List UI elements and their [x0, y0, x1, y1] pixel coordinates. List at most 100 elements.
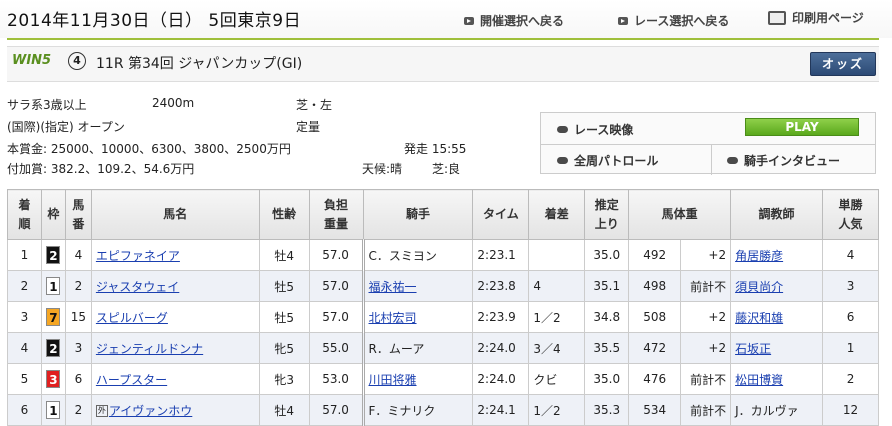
margin-value: クビ [533, 372, 558, 387]
finish-value: 1 [20, 248, 29, 262]
odds-button[interactable]: オッズ [810, 52, 876, 76]
margin-value: 3／4 [533, 341, 561, 356]
cell-margin: クビ [528, 363, 586, 395]
cell-last3f: 35.0 [584, 239, 630, 271]
cell-jockey: F．ミナリク [361, 394, 474, 426]
col-weight-carried: 負担 重量 [308, 189, 364, 240]
trainer-name[interactable]: 松田博資 [735, 373, 783, 387]
body-weight-value: 498 [643, 279, 667, 293]
trainer-name[interactable]: 石坂正 [735, 342, 771, 356]
trainer-name[interactable]: 須貝尚介 [735, 280, 783, 294]
win5-logo: WIN5 [12, 53, 51, 68]
back-to-kaisai-label: 開催選択へ戻る [480, 14, 565, 28]
print-page-link[interactable]: 印刷用ページ [768, 9, 864, 26]
jockey-name[interactable]: 川田将雅 [369, 373, 417, 387]
margin-value: 1／2 [533, 310, 561, 325]
media-panel: レース映像 PLAY 全周パトロール 騎手インタビュー [540, 112, 876, 175]
last3f-value: 35.3 [593, 403, 621, 417]
cell-time: 2:24.0 [472, 363, 530, 395]
finish-value: 5 [20, 372, 29, 386]
trainer-name[interactable]: 藤沢和雄 [735, 311, 783, 325]
jockey-name: C．スミヨン [368, 248, 437, 263]
cell-weight-carried: 57.0 [308, 394, 364, 426]
body-weight-value: 508 [643, 310, 667, 324]
cell-time: 2:23.8 [472, 270, 530, 302]
col-sex-age: 性齢 [258, 189, 310, 240]
cell-jockey: 川田将雅 [361, 363, 474, 395]
cell-trainer: 須貝尚介 [730, 270, 824, 302]
cell-jockey: 北村宏司 [361, 301, 474, 333]
race-video-link[interactable]: レース映像 [557, 121, 633, 138]
cell-margin: 1／2 [528, 301, 586, 333]
cell-horse-number: 15 [64, 301, 92, 333]
cell-sex-age: 牝5 [258, 332, 310, 364]
horse-name-link[interactable]: ハープスター [96, 373, 167, 387]
body-weight-value: 472 [643, 341, 667, 355]
cell-horse-number: 3 [64, 332, 92, 364]
body-weight-value: 476 [643, 372, 667, 386]
frame-badge: 2 [46, 339, 61, 357]
weight-carried-value: 57.0 [322, 403, 349, 417]
popularity-value: 1 [846, 341, 855, 355]
time-value: 2:24.0 [477, 372, 516, 386]
arrow-icon [618, 16, 628, 25]
horse-number-value: 4 [74, 248, 83, 262]
trainer-name[interactable]: 角居勝彦 [735, 249, 783, 263]
cell-body-weight: 534 [628, 394, 682, 426]
cell-body-weight: 472 [628, 332, 682, 364]
weather: 天候:晴 [362, 162, 403, 176]
cell-horse-name: ハープスター [90, 363, 260, 395]
last3f-value: 35.1 [593, 279, 621, 293]
win5-logo-text: WIN5 [12, 53, 52, 68]
cell-margin: 1／2 [528, 394, 586, 426]
back-to-kaisai-link[interactable]: 開催選択へ戻る [464, 12, 564, 29]
last3f-value: 34.8 [593, 310, 621, 324]
body-weight-diff-value: 前計不 [690, 372, 727, 387]
play-button[interactable]: PLAY [745, 118, 859, 136]
cell-body-weight: 498 [628, 270, 682, 302]
table-row: 3 7 15 スピルバーグ 牡5 57.0 北村宏司 2:23.9 1／2 34.8 508 +2 藤沢… [7, 301, 879, 333]
finish-value: 4 [20, 341, 29, 355]
cell-sex-age: 牡4 [258, 239, 310, 271]
cell-body-weight: 492 [628, 239, 682, 271]
jockey-name[interactable]: 北村宏司 [369, 311, 417, 325]
horse-name-link[interactable]: アイヴァンホウ [109, 404, 192, 418]
video-icon [557, 157, 568, 164]
media-row-video: レース映像 PLAY [541, 113, 875, 143]
table-row: 1 2 4 エピファネイア 牡4 57.0 C．スミヨン 2:23.1 35.0 492 +2 角居勝… [7, 239, 879, 271]
jockey-interview-link[interactable]: 騎手インタビュー [727, 152, 840, 169]
horse-name-link[interactable]: エピファネイア [96, 249, 180, 263]
frame-badge: 3 [46, 370, 61, 388]
cell-body-weight-diff: +2 [680, 239, 732, 271]
horse-number-value: 3 [74, 341, 83, 355]
horse-name-link[interactable]: ジェンティルドンナ [96, 342, 203, 356]
body-weight-diff-value: 前計不 [690, 279, 727, 294]
popularity-value: 12 [842, 403, 859, 417]
cell-trainer: J．カルヴァ [730, 394, 824, 426]
cell-body-weight-diff: +2 [680, 301, 732, 333]
horse-name-link[interactable]: スピルバーグ [96, 311, 168, 325]
horse-name-link[interactable]: ジャスタウェイ [96, 280, 179, 294]
cell-weight-carried: 53.0 [308, 363, 364, 395]
cell-frame: 2 [40, 332, 66, 364]
cell-horse-name: ジャスタウェイ [90, 270, 260, 302]
cell-popularity: 12 [822, 394, 879, 426]
cell-horse-name: エピファネイア [90, 239, 260, 271]
cell-trainer: 藤沢和雄 [730, 301, 824, 333]
body-weight-diff-value: +2 [708, 310, 727, 324]
printer-icon [768, 10, 786, 25]
cell-time: 2:23.1 [472, 239, 530, 271]
patrol-video-link[interactable]: 全周パトロール [557, 152, 658, 169]
cell-last3f: 34.8 [584, 301, 630, 333]
col-trainer: 調教師 [730, 189, 824, 240]
prize-money: 本賞金: 25000、10000、6300、3800、2500万円 [7, 142, 291, 156]
time-value: 2:24.0 [477, 341, 516, 355]
cell-horse-name: スピルバーグ [90, 301, 260, 333]
time-value: 2:23.8 [477, 279, 516, 293]
jockey-name[interactable]: 福永祐一 [369, 280, 417, 294]
col-popularity: 単勝 人気 [822, 189, 879, 240]
cell-horse-number: 2 [64, 270, 92, 302]
top-bar: 2014年11月30日（日） 5回東京9日 開催選択へ戻る レース選択へ戻る 印… [0, 0, 892, 38]
back-to-race-link[interactable]: レース選択へ戻る [618, 12, 729, 29]
print-page-label: 印刷用ページ [792, 11, 864, 25]
